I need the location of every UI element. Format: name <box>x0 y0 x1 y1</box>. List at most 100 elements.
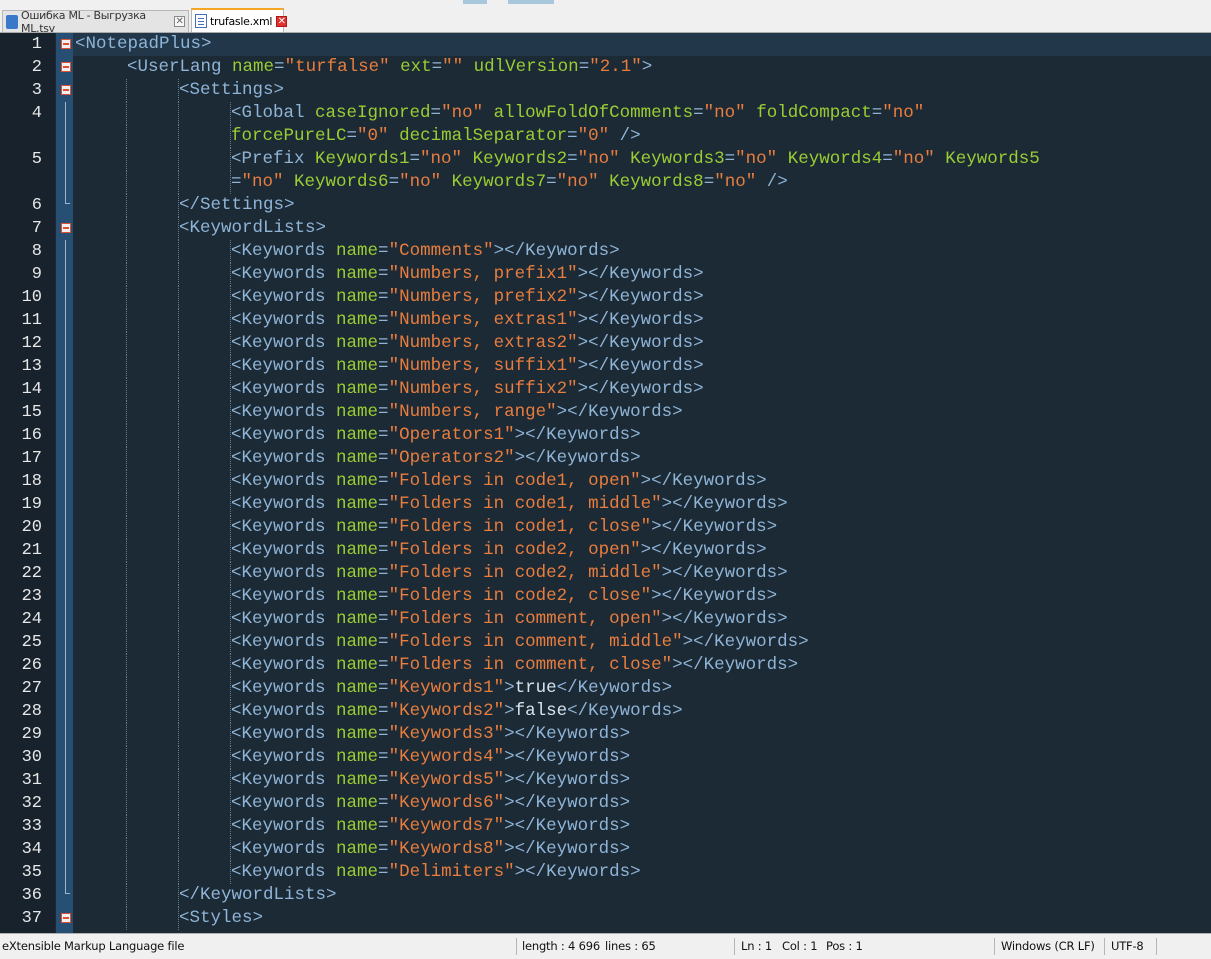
code-line[interactable]: <UserLang name="turfalse" ext="" udlVers… <box>127 56 652 79</box>
xml-attribute: name <box>336 655 379 675</box>
code-line[interactable]: <Keywords name="Folders in comment, open… <box>231 608 788 631</box>
fold-line-marker <box>65 401 66 424</box>
code-line[interactable]: <Prefix Keywords1="no" Keywords2="no" Ke… <box>231 148 1040 171</box>
xml-attribute: Keywords1 <box>315 149 410 169</box>
indent-guide <box>126 148 127 171</box>
xml-tag: <Keywords <box>231 448 337 468</box>
code-line[interactable]: <Keywords name="Keywords7"></Keywords> <box>231 815 630 838</box>
xml-tag: ></Keywords> <box>514 448 641 468</box>
code-line[interactable]: <Keywords name="Folders in code1, middle… <box>231 493 788 516</box>
code-line[interactable]: <Keywords name="Keywords8"></Keywords> <box>231 838 630 861</box>
xml-value: "Folders in code2, open" <box>388 540 641 560</box>
xml-tag: = <box>378 816 389 836</box>
code-line[interactable]: </Settings> <box>179 194 295 217</box>
code-line[interactable]: <Keywords name="Operators1"></Keywords> <box>231 424 641 447</box>
indent-guide <box>178 424 179 447</box>
xml-tag: <Keywords <box>231 862 337 882</box>
code-line[interactable]: ="no" Keywords6="no" Keywords7="no" Keyw… <box>231 171 788 194</box>
xml-tag <box>284 172 295 192</box>
xml-tag: = <box>409 149 421 169</box>
fold-line-marker <box>65 148 66 171</box>
cursor-line: Ln : 1 <box>741 939 772 953</box>
indent-guide <box>178 562 179 585</box>
xml-tag: ></Keywords> <box>504 839 631 859</box>
fold-collapse-icon[interactable] <box>61 223 71 233</box>
xml-tag: ></Keywords> <box>577 264 704 284</box>
fold-line-marker <box>65 700 66 723</box>
code-line[interactable]: <Keywords name="Folders in code2, close"… <box>231 585 777 608</box>
close-tab-icon[interactable]: ✕ <box>174 16 185 27</box>
code-line[interactable]: <Keywords name="Folders in code1, close"… <box>231 516 777 539</box>
xml-attribute: name <box>336 793 379 813</box>
xml-value: "no" <box>892 149 935 169</box>
code-line[interactable]: <Keywords name="Keywords1">true</Keyword… <box>231 677 672 700</box>
code-line[interactable]: <Keywords name="Keywords6"></Keywords> <box>231 792 630 815</box>
code-line[interactable]: <Keywords name="Comments"></Keywords> <box>231 240 620 263</box>
code-line[interactable]: <Keywords name="Numbers, suffix2"></Keyw… <box>231 378 704 401</box>
xml-attribute: name <box>336 724 379 744</box>
xml-value: "Operators1" <box>388 425 515 445</box>
xml-attribute: name <box>232 57 275 77</box>
code-line[interactable]: <Keywords name="Folders in comment, midd… <box>231 631 809 654</box>
code-line[interactable]: <Keywords name="Folders in code2, open">… <box>231 539 767 562</box>
xml-attribute: ext <box>400 57 432 77</box>
line-number: 27 <box>21 679 42 698</box>
code-line[interactable]: <Settings> <box>179 79 284 102</box>
line-number: 21 <box>21 541 42 560</box>
indent-guide <box>178 723 179 746</box>
line-number <box>0 125 42 148</box>
xml-value: "Keywords8" <box>388 839 505 859</box>
tab-tsv-file[interactable]: Ошибка ML - Выгрузка ML.tsv ✕ <box>2 9 189 35</box>
code-line[interactable]: <Keywords name="Folders in comment, clos… <box>231 654 798 677</box>
xml-tag: = <box>378 770 389 790</box>
line-number: 4 <box>31 104 42 123</box>
tab-xml-file[interactable]: trufasle.xml ✕ <box>191 8 288 32</box>
code-line[interactable]: <Keywords name="Operators2"></Keywords> <box>231 447 641 470</box>
fold-collapse-icon[interactable] <box>61 39 71 49</box>
code-line[interactable]: <Keywords name="Keywords5"></Keywords> <box>231 769 630 792</box>
code-line[interactable]: <Keywords name="Numbers, extras1"></Keyw… <box>231 309 704 332</box>
code-line[interactable]: <Keywords name="Numbers, suffix1"></Keyw… <box>231 355 704 378</box>
code-line[interactable]: <Keywords name="Folders in code2, middle… <box>231 562 788 585</box>
xml-attribute: name <box>336 862 379 882</box>
fold-line-marker <box>65 355 66 378</box>
indent-guide <box>126 838 127 861</box>
xml-attribute: Keywords7 <box>451 172 547 192</box>
code-line[interactable]: <Keywords name="Numbers, extras2"></Keyw… <box>231 332 704 355</box>
xml-attribute: name <box>336 816 379 836</box>
line-number: 10 <box>21 288 42 307</box>
code-line[interactable]: <Keywords name="Keywords4"></Keywords> <box>231 746 630 769</box>
code-line[interactable]: <KeywordLists> <box>179 217 326 240</box>
code-line[interactable]: forcePureLC="0" decimalSeparator="0" /> <box>231 125 641 148</box>
code-line[interactable]: <Keywords name="Numbers, prefix2"></Keyw… <box>231 286 704 309</box>
encoding[interactable]: UTF-8 <box>1111 934 1144 959</box>
fold-collapse-icon[interactable] <box>61 62 71 72</box>
cursor-position: Pos : 1 <box>826 939 863 953</box>
code-line[interactable]: <Keywords name="Numbers, range"></Keywor… <box>231 401 683 424</box>
xml-value: "no" <box>714 172 757 192</box>
indent-guide <box>178 378 179 401</box>
status-bar: eXtensible Markup Language file length :… <box>0 933 1211 959</box>
fold-collapse-icon[interactable] <box>61 913 71 923</box>
code-editor[interactable]: 1 <NotepadPlus> 2 <UserLang name="turfalse"… <box>0 33 1211 933</box>
line-number: 28 <box>21 702 42 721</box>
xml-tag: ></Keywords> <box>504 747 631 767</box>
code-line[interactable]: <Keywords name="Keywords3"></Keywords> <box>231 723 630 746</box>
fold-collapse-icon[interactable] <box>61 85 71 95</box>
code-line[interactable]: <Keywords name="Numbers, prefix1"></Keyw… <box>231 263 704 286</box>
code-line[interactable]: <Keywords name="Folders in code1, open">… <box>231 470 767 493</box>
code-line[interactable]: <Global caseIgnored="no" allowFoldOfComm… <box>231 102 924 125</box>
xml-value: "Folders in code2, close" <box>388 586 652 606</box>
code-line[interactable]: </KeywordLists> <box>179 884 337 907</box>
code-line[interactable]: <Keywords name="Delimiters"></Keywords> <box>231 861 641 884</box>
xml-attribute: name <box>336 310 379 330</box>
xml-tag: <Keywords <box>231 264 337 284</box>
eol-format[interactable]: Windows (CR LF) <box>1001 934 1095 959</box>
code-line[interactable]: <NotepadPlus> <box>75 33 212 56</box>
code-line[interactable]: <Keywords name="Keywords2">false</Keywor… <box>231 700 683 723</box>
close-tab-icon[interactable]: ✕ <box>276 15 288 27</box>
indent-guide <box>126 125 127 148</box>
code-line[interactable]: <Styles> <box>179 907 263 930</box>
fold-line-marker <box>65 171 66 194</box>
line-number: 13 <box>21 357 42 376</box>
